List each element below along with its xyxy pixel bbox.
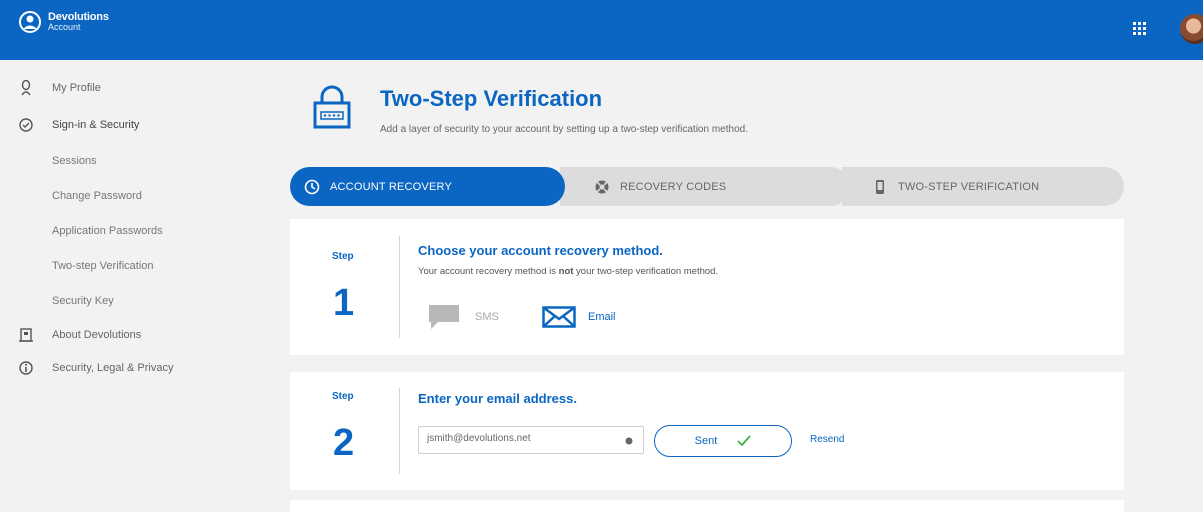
step-1-card: [290, 219, 1124, 355]
email-field[interactable]: [418, 426, 644, 454]
step-1-title: Choose your account recovery method.: [418, 243, 663, 258]
apps-grid-icon[interactable]: [1133, 22, 1147, 36]
sidebar-item-about-devolutions[interactable]: About Devolutions: [0, 327, 141, 343]
top-bar: Devolutions Account: [0, 0, 1203, 60]
sidebar-item-two-step-verification[interactable]: Two-step Verification: [52, 260, 154, 272]
mobile-phone-icon: [872, 179, 888, 195]
page-subtitle: Add a layer of security to your account …: [380, 124, 748, 135]
speech-bubble-icon: [429, 305, 459, 329]
sidebar-item-sessions[interactable]: Sessions: [52, 155, 97, 167]
reveal-eye-icon[interactable]: [623, 435, 635, 447]
tab-recovery-codes[interactable]: RECOVERY CODES: [560, 167, 850, 206]
brand-logo-link[interactable]: Devolutions Account: [18, 10, 109, 34]
send-button[interactable]: Sent: [654, 425, 792, 457]
devolutions-logo-icon: [19, 11, 41, 33]
sidebar-item-label: Sign-in & Security: [52, 119, 140, 131]
tab-label: RECOVERY CODES: [620, 180, 727, 193]
sidebar-item-security-key[interactable]: Security Key: [52, 295, 114, 307]
step-2-number: 2: [333, 422, 355, 464]
step-2-label: Step: [332, 391, 354, 402]
sidebar-item-change-password[interactable]: Change Password: [52, 190, 142, 202]
email-label: Email: [588, 311, 616, 323]
user-icon: [18, 80, 34, 96]
tab-label: TWO-STEP VERIFICATION: [898, 180, 1040, 193]
brand-name: Devolutions: [48, 11, 109, 23]
lifebuoy-icon: [594, 179, 610, 195]
send-button-label: Sent: [694, 435, 718, 447]
sms-method-option[interactable]: SMS: [428, 304, 499, 330]
avatar[interactable]: [1180, 14, 1203, 44]
page-title: Two-Step Verification: [380, 86, 603, 111]
tab-account-recovery[interactable]: ACCOUNT RECOVERY: [290, 167, 565, 206]
envelope-icon: [542, 306, 576, 328]
lock-icon: [313, 85, 351, 129]
building-icon: [18, 327, 34, 343]
step-1-description: Your account recovery method is not your…: [418, 266, 719, 277]
recovery-icon: [304, 179, 320, 195]
sidebar-item-security-legal-privacy[interactable]: Security, Legal & Privacy: [0, 360, 173, 376]
step-2-title: Enter your email address.: [418, 391, 577, 406]
shield-icon: [18, 117, 34, 133]
sms-label: SMS: [475, 311, 499, 323]
sidebar-item-label: My Profile: [52, 82, 101, 94]
tab-label: ACCOUNT RECOVERY: [330, 180, 452, 193]
step-3-card: [290, 500, 1124, 512]
tab-two-step-verification[interactable]: TWO-STEP VERIFICATION: [840, 167, 1124, 206]
sidebar-item-sign-in-security[interactable]: Sign-in & Security: [0, 117, 139, 133]
sidebar-item-application-passwords[interactable]: Application Passwords: [52, 225, 163, 237]
step-1-divider: [399, 236, 400, 338]
checkmark-icon: [737, 435, 751, 447]
brand-subtitle: Account: [48, 22, 81, 32]
sidebar-item-label: Security, Legal & Privacy: [52, 362, 174, 374]
email-input[interactable]: [427, 433, 607, 444]
step-2-divider: [399, 388, 400, 474]
info-icon: [18, 360, 34, 376]
step-1-label: Step: [332, 251, 354, 262]
step-1-number: 1: [333, 282, 355, 324]
email-method-option[interactable]: Email: [542, 306, 616, 328]
resend-link[interactable]: Resend: [810, 434, 844, 445]
sidebar-item-my-profile[interactable]: My Profile: [0, 80, 101, 96]
sidebar-item-label: About Devolutions: [52, 329, 142, 341]
